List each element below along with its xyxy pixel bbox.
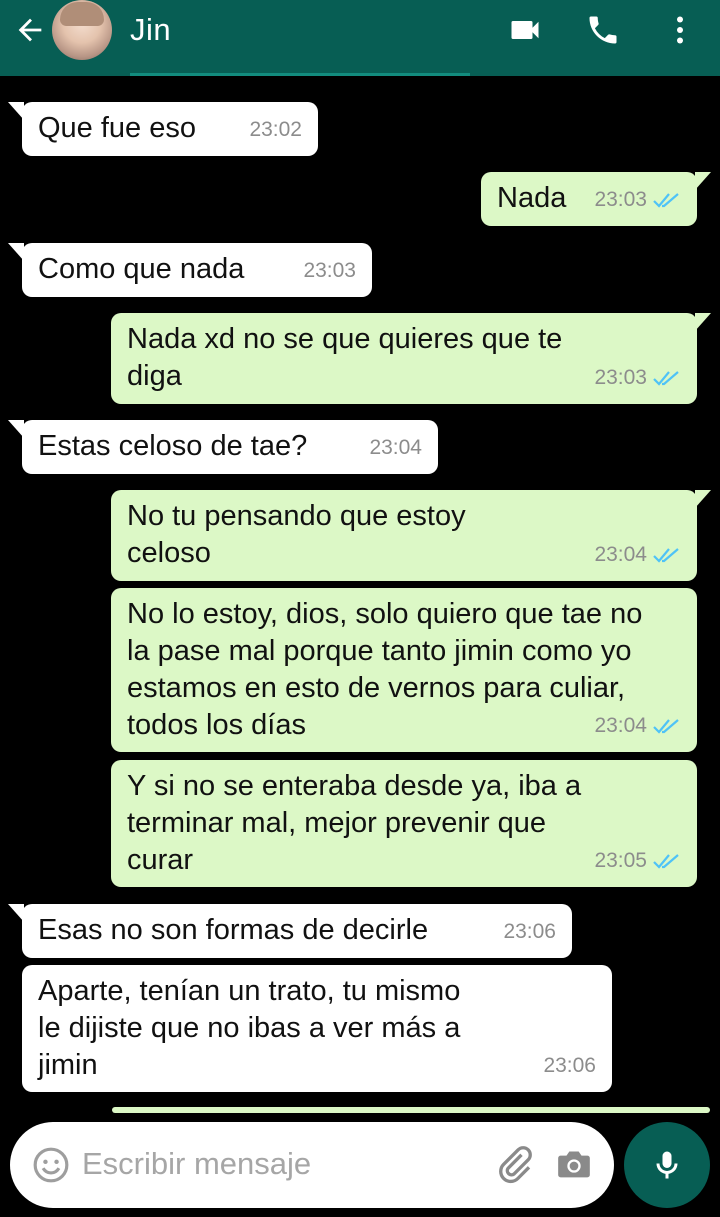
message-time: 23:03 (303, 259, 356, 282)
emoji-icon[interactable] (32, 1146, 70, 1184)
message-bubble-incoming[interactable]: Estas celoso de tae? 23:04 (8, 420, 438, 474)
read-ticks-icon (653, 370, 679, 386)
read-ticks-icon (653, 853, 679, 869)
message-bubble-incoming[interactable]: Que fue eso 23:02 (8, 102, 318, 156)
message-meta: 23:05 (594, 842, 681, 879)
message-meta: 23:02 (249, 111, 302, 148)
message-meta: 23:04 (369, 429, 422, 466)
message-meta: 23:03 (303, 252, 356, 289)
message-bubble-incoming[interactable]: Esas no son formas de decirle 23:06 (8, 904, 572, 958)
avatar[interactable] (52, 0, 112, 60)
mic-icon (656, 1151, 678, 1179)
message-text: Aparte, tenían un trato, tu mismo le dij… (38, 975, 461, 1081)
message-time: 23:05 (594, 849, 647, 872)
message-time: 23:04 (369, 436, 422, 459)
back-arrow-icon[interactable] (12, 12, 48, 48)
message-composer[interactable]: Escribir mensaje (10, 1122, 614, 1208)
message-bubble-outgoing[interactable]: Nada xd no se que quieres que te diga 23… (111, 313, 711, 404)
read-ticks-icon (653, 192, 679, 208)
phone-icon[interactable] (583, 10, 623, 50)
message-meta: 23:06 (503, 913, 556, 950)
header-divider (130, 73, 470, 76)
message-text: Estas celoso de tae? (38, 430, 308, 462)
message-meta: 23:06 (543, 1047, 596, 1084)
read-ticks-icon (653, 547, 679, 563)
message-bubble-outgoing[interactable]: No tu pensando que estoy celoso 23:04 (111, 490, 711, 581)
message-time: 23:02 (249, 118, 302, 141)
message-meta: 23:03 (594, 181, 681, 218)
message-meta: 23:03 (594, 359, 681, 396)
contact-name[interactable]: Jin (130, 12, 171, 48)
message-input[interactable]: Escribir mensaje (82, 1146, 311, 1182)
message-time: 23:06 (543, 1054, 596, 1077)
partial-message-bubble (112, 1107, 710, 1113)
message-time: 23:04 (594, 714, 647, 737)
message-time: 23:06 (503, 920, 556, 943)
message-time: 23:03 (594, 188, 647, 211)
message-time: 23:04 (594, 543, 647, 566)
message-time: 23:03 (594, 366, 647, 389)
message-bubble-outgoing[interactable]: Nada 23:03 (481, 172, 711, 226)
chat-header: Jin (0, 0, 720, 76)
message-bubble-outgoing[interactable]: No lo estoy, dios, solo quiero que tae n… (111, 588, 697, 752)
message-meta: 23:04 (594, 707, 681, 744)
more-vert-icon[interactable] (660, 10, 700, 50)
attach-icon[interactable] (494, 1144, 534, 1184)
read-ticks-icon (653, 718, 679, 734)
camera-icon[interactable] (554, 1144, 594, 1184)
message-text: Esas no son formas de decirle (38, 914, 429, 946)
message-meta: 23:04 (594, 536, 681, 573)
mic-button[interactable] (624, 1122, 710, 1208)
video-call-icon[interactable] (505, 10, 545, 50)
message-bubble-incoming[interactable]: Aparte, tenían un trato, tu mismo le dij… (22, 965, 612, 1092)
message-bubble-incoming[interactable]: Como que nada 23:03 (8, 243, 372, 297)
message-bubble-outgoing[interactable]: Y si no se enteraba desde ya, iba a term… (111, 760, 697, 887)
